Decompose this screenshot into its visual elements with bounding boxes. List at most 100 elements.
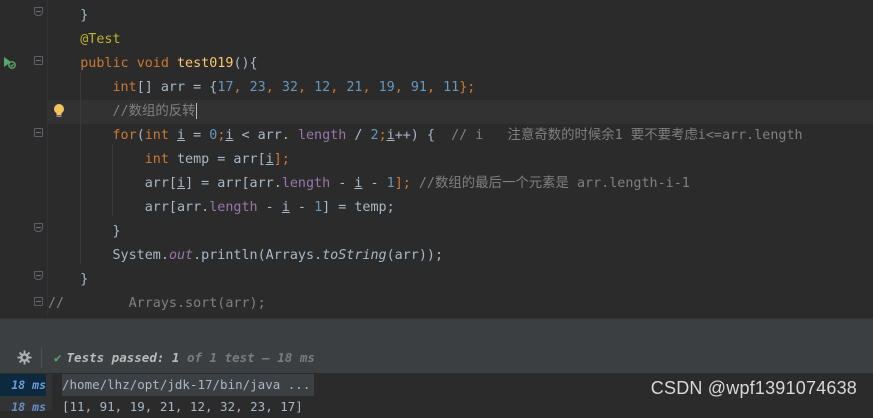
total-text: 1 test	[209, 350, 255, 365]
code-token: ,	[362, 80, 379, 95]
console-output-line: [11, 91, 19, 21, 12, 32, 23, 17]	[62, 399, 303, 414]
code-token: ] = arr[arr.	[185, 176, 282, 191]
code-line[interactable]: }	[48, 220, 121, 244]
code-token: int	[144, 152, 177, 167]
code-line[interactable]: int temp = arr[i];	[48, 148, 290, 172]
code-token: i	[386, 128, 395, 143]
run-test-icon[interactable]	[2, 55, 16, 69]
code-line[interactable]: }	[48, 268, 88, 292]
code-token: =	[185, 128, 210, 143]
code-line[interactable]: // Arrays.sort(arr);	[48, 292, 266, 316]
code-token: ,	[426, 80, 444, 95]
code-token: [] arr = {	[136, 80, 218, 95]
code-token: 17	[217, 80, 234, 95]
code-token: }	[48, 224, 121, 239]
code-editor[interactable]: } @Test public void test019(){ int[] arr…	[0, 0, 873, 318]
fold-marker[interactable]	[34, 223, 43, 232]
text-caret	[195, 103, 197, 119]
code-token: arr[arr.	[48, 200, 210, 215]
code-token: length	[281, 176, 331, 191]
code-line[interactable]: System.out.println(Arrays.toString(arr))…	[48, 244, 443, 268]
run-toolbar: ✔ Tests passed: 1 of 1 test – 18 ms	[0, 342, 873, 374]
gear-icon[interactable]	[17, 350, 32, 365]
console-command-line[interactable]: /home/lhz/opt/jdk-17/bin/java ...	[62, 374, 315, 396]
code-token: test019	[177, 56, 234, 71]
code-token: 11	[443, 80, 460, 95]
code-token: /	[346, 128, 371, 143]
code-token: ++) {	[394, 128, 452, 143]
code-token: ];	[394, 176, 419, 191]
code-token: -	[257, 200, 282, 215]
status-label: Tests passed:	[66, 350, 172, 365]
code-token: ];	[273, 152, 290, 167]
code-line[interactable]: public void test019(){	[48, 52, 258, 76]
code-token: (){	[233, 56, 258, 71]
code-token: // Arrays.sort(arr);	[48, 296, 266, 311]
code-token: length	[297, 128, 347, 143]
code-token: int	[112, 80, 137, 95]
code-token: 1	[314, 200, 323, 215]
code-token: ,	[297, 80, 315, 95]
code-token: ] = temp;	[322, 200, 395, 215]
code-token: public	[80, 56, 137, 71]
fold-marker[interactable]	[34, 56, 43, 65]
code-token: //数组的最后一个元素是 arr.length-i-1	[418, 176, 690, 191]
fold-marker[interactable]	[34, 128, 43, 137]
code-token: 1	[386, 176, 395, 191]
code-token: toString	[322, 248, 387, 263]
code-token: void	[136, 56, 177, 71]
code-line[interactable]: //数组的反转	[48, 100, 197, 124]
code-token: 23	[249, 80, 266, 95]
code-token: System.	[48, 248, 169, 263]
of-text: of	[179, 350, 210, 365]
code-token: out	[168, 248, 194, 263]
code-token: -	[362, 176, 387, 191]
code-token: ,	[330, 80, 347, 95]
fold-marker[interactable]	[34, 271, 43, 280]
code-token: 91	[410, 80, 427, 95]
code-token: ,	[265, 80, 282, 95]
code-token: (	[136, 128, 145, 143]
toolbar-separator	[41, 348, 42, 368]
watermark: CSDN @wpf1391074638	[650, 378, 857, 398]
code-token: -	[330, 176, 355, 191]
fold-marker[interactable]	[34, 7, 43, 16]
tests-status: ✔ Tests passed: 1 of 1 test – 18 ms	[54, 342, 315, 373]
code-token: i	[281, 200, 290, 215]
code-line[interactable]: }	[48, 4, 88, 28]
code-token: 21	[346, 80, 363, 95]
test-time[interactable]: 18 ms	[0, 396, 46, 418]
code-token: }	[48, 272, 89, 287]
code-token: length	[209, 200, 258, 215]
code-line[interactable]: @Test	[48, 28, 121, 52]
code-token: (arr));	[386, 248, 444, 263]
test-time-selected[interactable]: 18 ms	[0, 374, 46, 396]
code-token: ;	[378, 128, 387, 143]
panel-divider[interactable]	[0, 318, 873, 343]
code-line[interactable]: for(int i = 0;i < arr. length / 2;i++) {…	[48, 124, 803, 148]
code-token: }	[48, 8, 89, 23]
code-token: 12	[314, 80, 331, 95]
code-token: 32	[281, 80, 298, 95]
duration: 18 ms	[277, 350, 315, 365]
code-token: i	[177, 128, 186, 143]
test-tree: 18 ms 18 ms	[0, 374, 52, 414]
code-line[interactable]: arr[arr.length - i - 1] = temp;	[48, 196, 395, 220]
code-token: };	[459, 80, 476, 95]
code-token: ,	[394, 80, 411, 95]
code-token: < arr.	[233, 128, 298, 143]
code-token: @Test	[48, 32, 121, 47]
code-token: arr[	[48, 176, 177, 191]
code-line[interactable]: arr[i] = arr[arr.length - i - 1]; //数组的最…	[48, 172, 690, 196]
code-token: for	[112, 128, 137, 143]
code-token: // i 注意奇数的时候余1 要不要考虑i<=arr.length	[451, 128, 803, 143]
code-line[interactable]: int[] arr = {17, 23, 32, 12, 21, 19, 91,…	[48, 76, 476, 100]
code-token: .println(Arrays.	[193, 248, 323, 263]
code-token: //数组的反转	[48, 104, 196, 119]
code-token: i	[265, 152, 274, 167]
fold-marker[interactable]	[34, 297, 43, 306]
code-token: i	[177, 176, 186, 191]
